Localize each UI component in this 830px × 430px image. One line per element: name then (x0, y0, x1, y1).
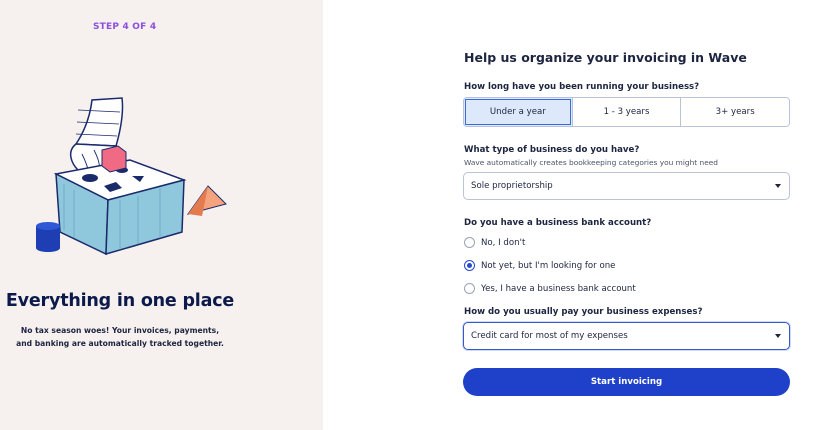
form-title: Help us organize your invoicing in Wave (464, 50, 747, 65)
expenses-select[interactable]: Credit card for most of my expenses (463, 322, 790, 350)
chevron-down-icon (775, 184, 781, 188)
shape-sorter-illustration (36, 97, 227, 256)
expenses-value: Credit card for most of my expenses (471, 331, 628, 341)
bank-option-looking-label: Not yet, but I'm looking for one (481, 260, 616, 271)
bank-option-yes[interactable]: Yes, I have a business bank account (464, 283, 636, 294)
expenses-label: How do you usually pay your business exp… (464, 307, 703, 317)
radio-unchecked-icon[interactable] (464, 237, 475, 248)
bank-option-no[interactable]: No, I don't (464, 237, 525, 248)
duration-option-1-3-years[interactable]: 1 - 3 years (571, 98, 681, 126)
business-type-value: Sole proprietorship (471, 181, 553, 191)
duration-option-under-a-year[interactable]: Under a year (464, 98, 572, 126)
bank-account-label: Do you have a business bank account? (464, 218, 652, 228)
business-type-label: What type of business do you have? (464, 145, 640, 155)
left-panel: STEP 4 OF 4 Everything in one place No t… (0, 0, 323, 430)
radio-unchecked-icon[interactable] (464, 283, 475, 294)
chevron-down-icon (775, 334, 781, 338)
duration-option-3-plus-years[interactable]: 3+ years (680, 98, 789, 126)
start-invoicing-button[interactable]: Start invoicing (463, 368, 790, 396)
bank-option-looking[interactable]: Not yet, but I'm looking for one (464, 260, 615, 271)
radio-checked-icon[interactable] (464, 260, 475, 271)
business-type-help-text: Wave automatically creates bookkeeping c… (464, 158, 718, 167)
hero-title: Everything in one place (5, 291, 235, 311)
business-type-select[interactable]: Sole proprietorship (463, 172, 790, 200)
bank-option-yes-label: Yes, I have a business bank account (481, 283, 636, 294)
step-indicator: STEP 4 OF 4 (93, 22, 157, 32)
business-duration-selector: Under a year 1 - 3 years 3+ years (463, 97, 790, 127)
bank-option-no-label: No, I don't (481, 237, 526, 248)
business-duration-label: How long have you been running your busi… (464, 82, 700, 92)
hero-subtitle: No tax season woes! Your invoices, payme… (16, 326, 224, 348)
